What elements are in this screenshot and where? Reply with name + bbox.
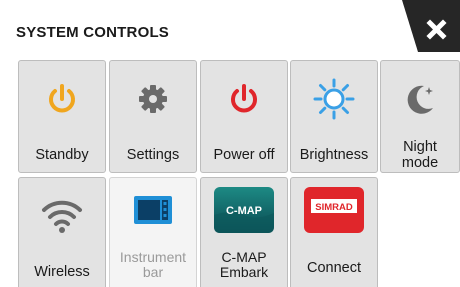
standby-button[interactable]: Standby	[18, 60, 106, 173]
night-mode-button[interactable]: Night mode	[380, 60, 460, 173]
wireless-button[interactable]: Wireless	[18, 177, 106, 287]
brightness-button[interactable]: Brightness	[290, 60, 378, 173]
settings-button[interactable]: Settings	[109, 60, 197, 173]
instrument-bar-icon	[110, 178, 196, 242]
cmap-embark-label: C-MAP Embark	[219, 249, 269, 280]
wireless-label: Wireless	[34, 264, 90, 280]
wifi-icon	[19, 178, 105, 254]
simrad-logo-icon: SIMRAD	[291, 178, 377, 242]
sun-icon	[291, 61, 377, 137]
cmap-badge-text: C-MAP	[226, 205, 262, 217]
instrument-bar-button[interactable]: Instrument bar	[109, 177, 197, 287]
standby-label: Standby	[35, 147, 89, 163]
cmap-logo-icon: C-MAP	[201, 178, 287, 242]
simrad-badge-text: SIMRAD	[315, 202, 353, 213]
connect-button[interactable]: SIMRAD Connect	[290, 177, 378, 287]
panel-title: SYSTEM CONTROLS	[16, 24, 170, 41]
power-off-label: Power off	[213, 147, 275, 163]
brightness-label: Brightness	[299, 147, 369, 163]
instrument-bar-label: Instrument bar	[119, 249, 187, 280]
system-controls-panel: SYSTEM CONTROLS Standby Settings Power o…	[0, 0, 460, 287]
gear-icon	[110, 61, 196, 137]
night-mode-label: Night mode	[401, 139, 439, 171]
connect-label: Connect	[306, 260, 361, 276]
power-off-button[interactable]: Power off	[200, 60, 288, 173]
close-icon	[402, 0, 460, 52]
standby-icon	[19, 61, 105, 137]
power-icon	[201, 61, 287, 137]
controls-grid: Standby Settings Power off Brightness Ni…	[0, 56, 460, 287]
cmap-embark-button[interactable]: C-MAP C-MAP Embark	[200, 177, 288, 287]
settings-label: Settings	[126, 147, 180, 163]
moon-icon	[381, 61, 459, 137]
close-button[interactable]	[388, 0, 460, 52]
panel-header: SYSTEM CONTROLS	[0, 0, 460, 52]
